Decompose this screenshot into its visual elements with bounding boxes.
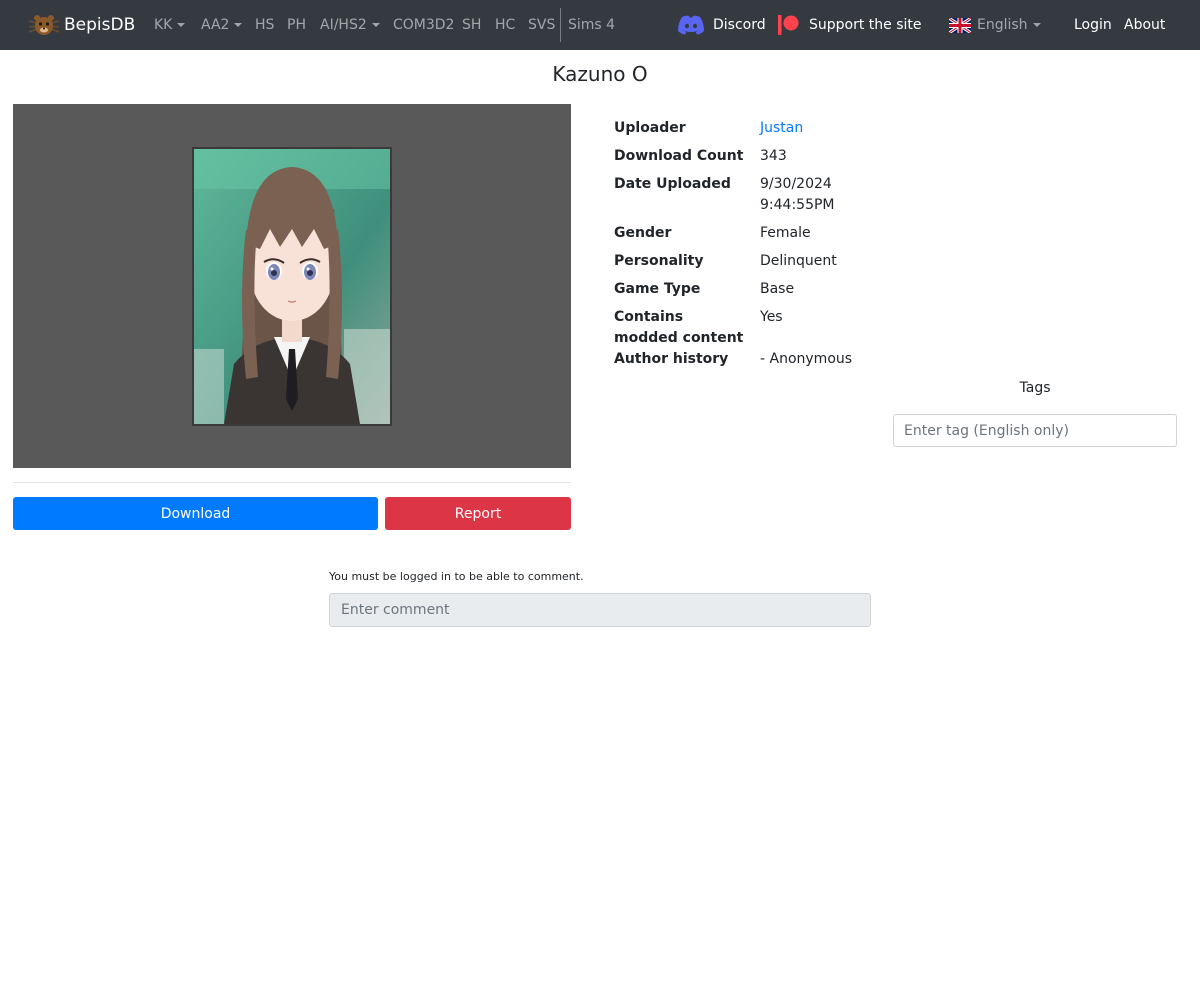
nav-svs-label: SVS xyxy=(528,17,556,33)
author-history-label: Author history xyxy=(614,351,729,367)
nav-hc-label: HC xyxy=(495,17,516,33)
card-preview-panel xyxy=(13,104,571,468)
nav-com3d2-link[interactable]: COM3D2 xyxy=(393,0,454,50)
support-label: Support the site xyxy=(809,17,922,33)
top-navbar: BepisDB KK AA2 HS PH AI/HS2 COM3D2 SH HC… xyxy=(0,0,1200,50)
modded-label-line1: Contains xyxy=(614,309,684,325)
support-link[interactable]: Support the site xyxy=(777,0,922,50)
nav-hs-link[interactable]: HS xyxy=(255,0,274,50)
about-link[interactable]: About xyxy=(1124,0,1165,50)
game-type-label: Game Type xyxy=(614,281,701,297)
caret-down-icon xyxy=(1032,23,1041,27)
character-portrait xyxy=(194,149,390,424)
caret-down-icon xyxy=(371,23,380,27)
login-label: Login xyxy=(1074,17,1112,33)
download-button[interactable]: Download xyxy=(13,497,378,530)
modded-label-line2: modded content xyxy=(614,330,744,346)
nav-sims4-label: Sims 4 xyxy=(568,17,616,33)
nav-svs-link[interactable]: SVS xyxy=(528,0,555,50)
nav-aa2-dropdown[interactable]: AA2 xyxy=(201,0,243,50)
tag-input[interactable] xyxy=(893,414,1177,447)
gender-value: Female xyxy=(760,225,811,241)
nav-aihs2-label: AI/HS2 xyxy=(320,17,367,33)
discord-link[interactable]: Discord xyxy=(677,0,766,50)
date-uploaded-time: 9:44:55PM xyxy=(760,197,835,213)
bepis-logo-icon xyxy=(28,15,60,35)
page-title: Kazuno O xyxy=(552,62,648,86)
card-image[interactable] xyxy=(192,147,392,426)
nav-kk-dropdown[interactable]: KK xyxy=(154,0,186,50)
brand-name: BepisDB xyxy=(64,15,136,35)
nav-ph-link[interactable]: PH xyxy=(287,0,306,50)
date-uploaded-date: 9/30/2024 xyxy=(760,176,832,192)
login-required-note: You must be logged in to be able to comm… xyxy=(329,570,584,583)
report-button[interactable]: Report xyxy=(385,497,571,530)
nav-sims4-link[interactable]: Sims 4 xyxy=(568,0,615,50)
uk-flag-icon xyxy=(949,17,971,33)
modded-value: Yes xyxy=(760,309,783,325)
discord-label: Discord xyxy=(713,17,766,33)
nav-hs-label: HS xyxy=(255,17,275,33)
brand-link[interactable]: BepisDB xyxy=(28,0,135,50)
nav-hc-link[interactable]: HC xyxy=(495,0,515,50)
caret-down-icon xyxy=(177,23,186,27)
game-type-value: Base xyxy=(760,281,795,297)
section-divider xyxy=(13,482,571,483)
uploader-link[interactable]: Justan xyxy=(760,118,803,139)
download-count-label: Download Count xyxy=(614,148,744,164)
gender-label: Gender xyxy=(614,225,672,241)
nav-divider xyxy=(560,8,561,42)
personality-label: Personality xyxy=(614,253,704,269)
discord-icon xyxy=(678,15,704,35)
download-count-value: 343 xyxy=(760,148,787,164)
nav-aihs2-dropdown[interactable]: AI/HS2 xyxy=(320,0,380,50)
login-link[interactable]: Login xyxy=(1074,0,1112,50)
about-label: About xyxy=(1124,17,1166,33)
nav-com3d2-label: COM3D2 xyxy=(393,17,455,33)
nav-kk-label: KK xyxy=(154,17,173,33)
language-label: English xyxy=(977,17,1028,33)
uploader-label: Uploader xyxy=(614,120,686,136)
tags-heading: Tags xyxy=(1019,380,1051,396)
author-history-value: - Anonymous xyxy=(760,351,853,367)
nav-sh-link[interactable]: SH xyxy=(462,0,481,50)
personality-value: Delinquent xyxy=(760,253,837,269)
nav-aa2-label: AA2 xyxy=(201,17,230,33)
comment-input[interactable] xyxy=(329,593,871,627)
caret-down-icon xyxy=(234,23,243,27)
patreon-icon xyxy=(778,15,799,35)
nav-sh-label: SH xyxy=(462,17,482,33)
nav-ph-label: PH xyxy=(287,17,306,33)
date-uploaded-label: Date Uploaded xyxy=(614,176,731,192)
language-dropdown[interactable]: English xyxy=(949,0,1041,50)
